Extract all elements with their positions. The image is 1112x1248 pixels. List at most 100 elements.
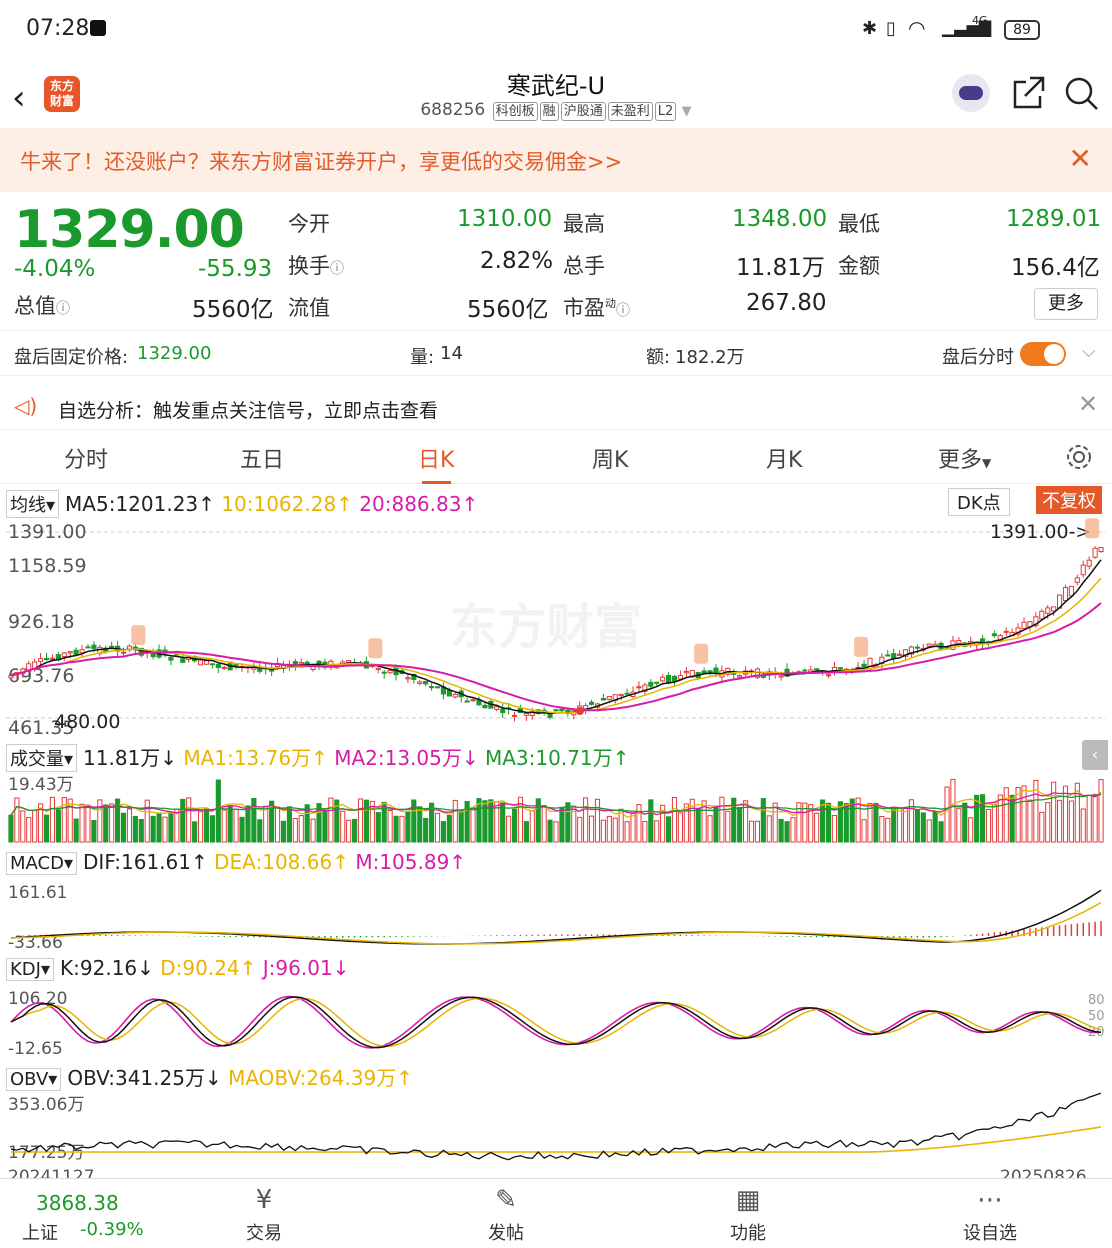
tab-weekly-k[interactable]: 周K xyxy=(592,442,628,474)
volume-bar xyxy=(624,821,630,843)
candle xyxy=(292,661,298,666)
chart-area[interactable]: 均线▾ MA5:1201.23↑ 10:1062.28↑ 20:886.83↑ D… xyxy=(0,484,1112,1178)
candle xyxy=(43,657,50,661)
kline-axis-3: 693.76 xyxy=(8,665,74,687)
share-icon[interactable] xyxy=(1010,74,1048,112)
volume-bar xyxy=(192,821,198,843)
volume-bar xyxy=(399,815,405,843)
candle xyxy=(825,674,832,677)
volume-axis-top: 19.43万 xyxy=(8,775,74,795)
tab-monthly-k[interactable]: 月K xyxy=(766,442,802,474)
ma10-label: 10:1062.28↑ xyxy=(221,492,353,516)
volume-bar xyxy=(979,794,986,843)
search-icon[interactable] xyxy=(1062,74,1100,112)
volume-bar xyxy=(565,802,571,843)
pe-label[interactable]: 市盈动ⓘ xyxy=(563,292,630,322)
volume-bar xyxy=(274,806,281,843)
change-amount: -55.93 xyxy=(198,256,273,282)
candle xyxy=(1003,630,1009,633)
kdj-selector-label: KDJ xyxy=(10,959,41,980)
volume-selector[interactable]: 成交量▾ xyxy=(6,744,78,772)
status-bar: 07:28 ✱ ▯ ◠ ▁▃▅▇ 4G 89 xyxy=(0,0,1112,60)
volume-bar xyxy=(867,802,873,843)
close-icon[interactable]: ✕ xyxy=(1078,390,1098,418)
macd-selector[interactable]: MACD▾ xyxy=(6,852,78,875)
tab-more[interactable]: 更多▼ xyxy=(938,442,991,474)
volume-bar xyxy=(239,816,245,843)
volume-bar xyxy=(500,802,506,843)
volume-bar xyxy=(417,806,423,843)
volume-bar xyxy=(452,799,458,843)
candle xyxy=(671,675,678,682)
tab-five-day[interactable]: 五日 xyxy=(240,442,284,474)
volume-bar xyxy=(926,819,932,843)
kdj-chart[interactable]: 106.20 -12.65 80 50 20 xyxy=(0,984,1112,1060)
volume-bar xyxy=(79,803,85,843)
turnover-label[interactable]: 换手ⓘ xyxy=(288,250,344,280)
mcap-label[interactable]: 总值ⓘ xyxy=(14,290,70,320)
date-start: 20241127 xyxy=(8,1167,95,1178)
vibrate-icon: ▯ xyxy=(886,18,896,39)
analysis-text[interactable]: 自选分析：触发重点关注信号，立即点击查看 xyxy=(58,396,438,423)
settings-icon[interactable] xyxy=(1064,442,1094,472)
tab-timeshare[interactable]: 分时 xyxy=(64,442,108,474)
macd-axis-top: 161.61 xyxy=(8,883,67,903)
after-vol-label: 量: xyxy=(410,347,435,368)
volume-bar xyxy=(962,802,968,843)
promo-banner[interactable]: 牛来了！还没账户？来东方财富证券开户，享更低的交易佣金>> ✕ xyxy=(0,128,1112,192)
assistant-avatar-icon[interactable] xyxy=(952,74,990,112)
kdj-selector[interactable]: KDJ▾ xyxy=(6,958,55,981)
obv-chart[interactable]: 353.06万 177.25万 20241127 20250826 xyxy=(0,1090,1112,1178)
chevron-down-icon[interactable]: ⌵ xyxy=(1082,341,1096,362)
pe-value: 267.80 xyxy=(746,290,827,316)
volume-bar xyxy=(897,808,903,843)
nav-add-watchlist[interactable]: ⋯ 设自选 xyxy=(930,1183,1050,1245)
volume-chart[interactable]: 19.43万 xyxy=(0,772,1112,844)
candle xyxy=(660,676,666,682)
more-button[interactable]: 更多 xyxy=(1034,288,1098,320)
volume-bar xyxy=(286,806,292,843)
candle xyxy=(885,654,891,657)
volume-bar xyxy=(985,808,992,843)
macd-m: M:105.89↑ xyxy=(355,850,467,874)
volume-bar xyxy=(968,817,974,843)
candle xyxy=(802,669,808,672)
after-timeshare-toggle[interactable] xyxy=(1020,342,1066,366)
volume-value: 11.81万 xyxy=(736,255,825,281)
volume-bar xyxy=(772,802,778,843)
index-name[interactable]: 上证 xyxy=(22,1219,58,1245)
analysis-bar[interactable]: ◁) 自选分析：触发重点关注信号，立即点击查看 ✕ xyxy=(0,382,1112,430)
candle xyxy=(209,663,215,666)
after-price-label: 盘后固定价格: xyxy=(14,347,129,368)
speaker-icon: ◁) xyxy=(14,394,38,418)
obv-selector[interactable]: OBV▾ xyxy=(6,1068,62,1091)
candle xyxy=(500,708,506,714)
close-icon[interactable]: ✕ xyxy=(1069,142,1092,175)
volume-bar xyxy=(434,812,441,843)
candle xyxy=(203,660,210,665)
volume-bar xyxy=(997,794,1003,843)
tag-margin: 融 xyxy=(539,102,559,121)
macd-chart[interactable]: 161.61 -33.66 xyxy=(0,878,1112,948)
stock-subtitle[interactable]: 688256 科创板融沪股通 未盈利 L2 ▼ xyxy=(0,100,1112,121)
candle xyxy=(1092,547,1098,558)
dk-point-button[interactable]: DK点 xyxy=(948,488,1010,516)
candle xyxy=(713,667,719,674)
tab-daily-k[interactable]: 日K xyxy=(418,442,454,484)
nav-post[interactable]: ✎ 发帖 xyxy=(446,1183,566,1245)
kline-chart[interactable]: 东方财富 1391.00 1158.59 926.18 693.76 461.3… xyxy=(0,518,1112,740)
index-change[interactable]: -0.39% xyxy=(80,1219,144,1240)
volume-bar xyxy=(944,786,950,843)
ma-selector[interactable]: 均线▾ xyxy=(6,490,60,518)
edit-icon: ✎ xyxy=(495,1185,517,1215)
nav-trade[interactable]: ¥ 交易 xyxy=(204,1183,324,1245)
volume-bar xyxy=(446,815,452,843)
adjust-button[interactable]: 不复权 xyxy=(1036,486,1102,514)
low-value: 1289.01 xyxy=(1006,206,1102,232)
mcap-value: 5560亿 xyxy=(192,297,274,323)
nav-function[interactable]: ▦ 功能 xyxy=(688,1183,808,1245)
nine-turn-marker xyxy=(854,636,869,657)
index-value[interactable]: 3868.38 xyxy=(36,1191,119,1215)
collapse-arrow-icon[interactable]: ‹ xyxy=(1082,740,1108,770)
promo-text[interactable]: 牛来了！还没账户？来东方财富证券开户，享更低的交易佣金>> xyxy=(20,146,622,176)
